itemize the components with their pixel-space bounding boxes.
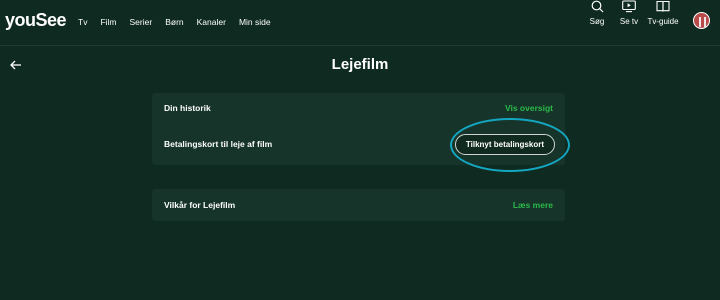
terms-row: Vilkår for Lejefilm Læs mere [152,189,565,221]
tv-play-icon [622,0,636,13]
search-icon [591,0,603,13]
search-label: Søg [589,17,605,26]
terms-label: Vilkår for Lejefilm [164,200,236,210]
nav-item-tv[interactable]: Tv [78,16,87,28]
top-navigation-bar: youSee Tv Film Serier Børn Kanaler Min s… [0,0,720,46]
payment-card-label: Betalingskort til leje af film [164,139,273,149]
yousee-logo[interactable]: youSee [5,10,67,31]
search-tool[interactable]: Søg [588,0,606,26]
tv-guide-label: Tv-guide [647,17,679,26]
page-title: Lejefilm [331,56,389,73]
history-label: Din historik [164,103,211,113]
nav-item-film[interactable]: Film [100,16,116,28]
nav-item-min-side[interactable]: Min side [239,16,271,28]
view-overview-link[interactable]: Vis oversigt [505,103,553,113]
nav-item-serier[interactable]: Serier [130,16,153,28]
watch-tv-tool[interactable]: Se tv [617,0,641,26]
profile-avatar[interactable] [693,12,710,29]
nav-item-born[interactable]: Børn [165,16,183,28]
terms-card: Vilkår for Lejefilm Læs mere [152,189,565,221]
highlight-ring [450,118,570,172]
book-icon [656,0,670,12]
read-more-link[interactable]: Læs mere [513,200,553,210]
watch-tv-label: Se tv [619,17,639,26]
main-nav: Tv Film Serier Børn Kanaler Min side [78,16,284,28]
nav-item-kanaler[interactable]: Kanaler [197,16,226,28]
tv-guide-tool[interactable]: Tv-guide [646,0,680,26]
